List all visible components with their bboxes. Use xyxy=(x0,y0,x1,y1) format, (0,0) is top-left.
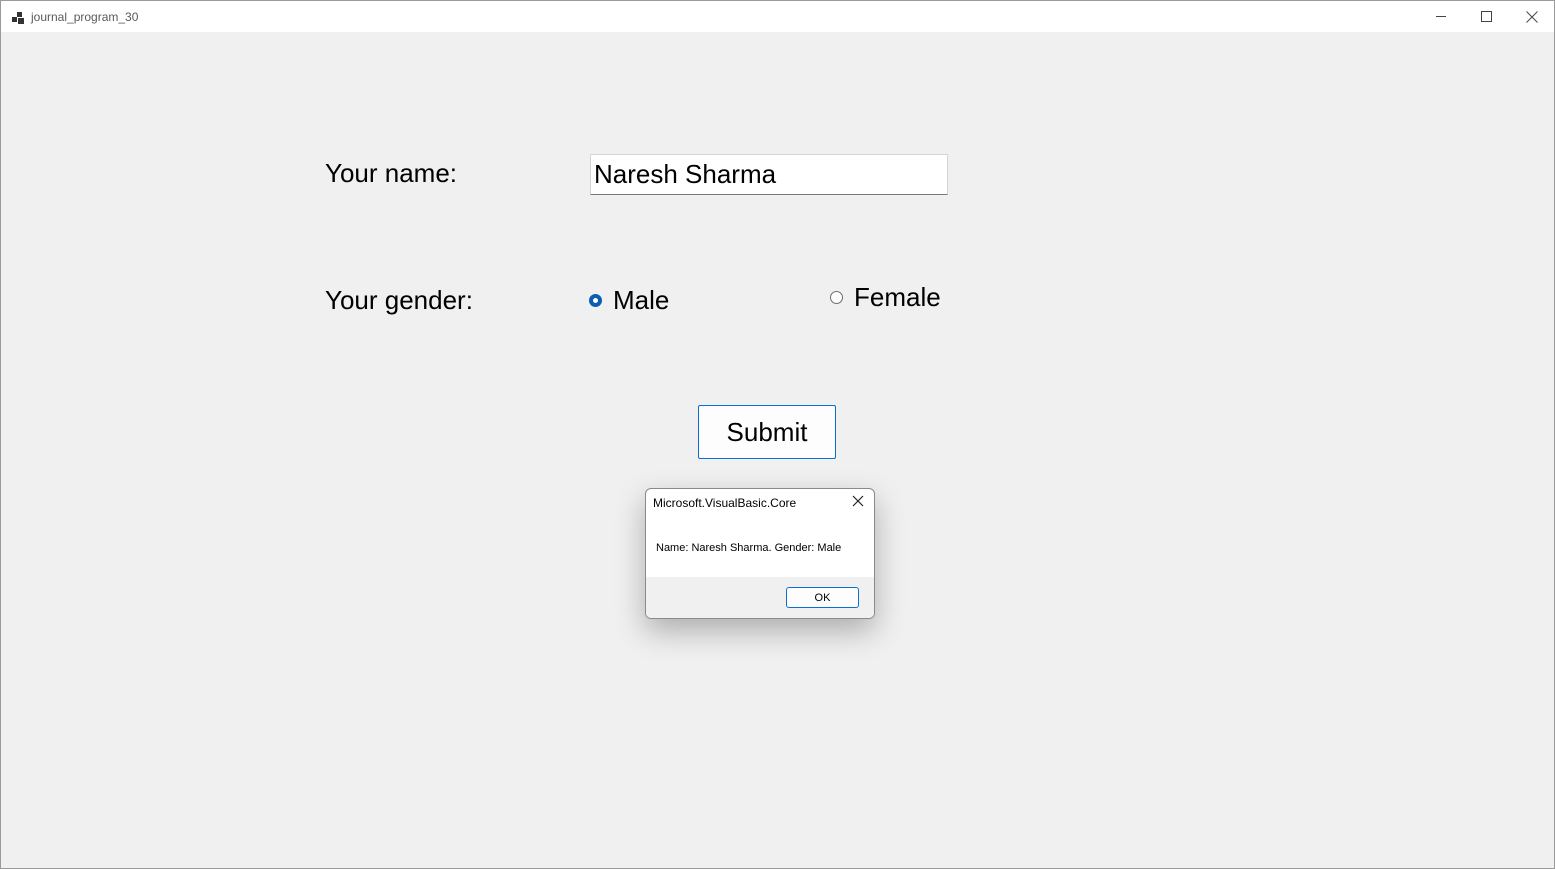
title-bar[interactable]: journal_program_30 xyxy=(1,1,1554,32)
maximize-button[interactable] xyxy=(1463,1,1509,32)
dialog-message: Name: Naresh Sharma. Gender: Male xyxy=(656,542,842,554)
main-window: journal_program_30 Your name: Your gende… xyxy=(0,0,1555,869)
radio-unchecked-icon[interactable] xyxy=(830,291,843,304)
dialog-title: Microsoft.VisualBasic.Core xyxy=(653,496,797,510)
maximize-icon xyxy=(1480,11,1492,22)
radio-checked-icon[interactable] xyxy=(589,294,602,307)
radio-male-label[interactable]: Male xyxy=(613,285,669,316)
radio-female[interactable]: Female xyxy=(830,282,941,313)
minimize-icon xyxy=(1435,11,1447,22)
gender-label: Your gender: xyxy=(325,285,473,315)
name-label: Your name: xyxy=(325,158,458,188)
ok-button[interactable]: OK xyxy=(786,587,859,608)
app-icon xyxy=(12,11,24,24)
dialog-footer: OK xyxy=(646,577,874,618)
close-button[interactable] xyxy=(1509,1,1555,32)
radio-male[interactable]: Male xyxy=(589,285,669,316)
dialog-close-button[interactable] xyxy=(850,495,866,511)
close-icon xyxy=(1526,10,1538,23)
window-title: journal_program_30 xyxy=(31,10,139,24)
name-input[interactable] xyxy=(590,154,948,195)
minimize-button[interactable] xyxy=(1418,1,1464,32)
close-icon xyxy=(852,494,864,512)
message-dialog: Microsoft.VisualBasic.Core Name: Naresh … xyxy=(645,488,875,619)
radio-female-label[interactable]: Female xyxy=(854,282,941,313)
submit-button[interactable]: Submit xyxy=(698,405,836,459)
